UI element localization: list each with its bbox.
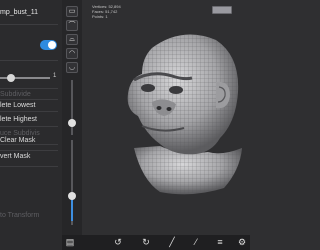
size-slider-thumb[interactable] [68, 119, 76, 127]
divider [0, 24, 58, 25]
arch-icon[interactable]: ⌓ [66, 34, 78, 45]
layers-stack-icon[interactable]: ≡ [214, 236, 226, 248]
loop-icon[interactable]: ◠ [66, 48, 78, 59]
menu-delete-lowest[interactable]: lete Lowest [0, 102, 35, 109]
undo-icon[interactable]: ↺ [112, 236, 124, 248]
brush-icon[interactable]: ╱ [166, 236, 178, 248]
stroke-icon[interactable]: ⁄ [190, 236, 202, 248]
menu-delete-highest[interactable]: lete Highest [0, 116, 37, 123]
mesh-stats: Vertices: 52,894 Faces: 51,742 Points: 1 [92, 4, 121, 19]
settings-icon[interactable]: ⚙ [236, 236, 248, 248]
divider [0, 150, 58, 151]
layers-icon[interactable]: ▤ [64, 236, 76, 248]
divider [0, 126, 58, 127]
level-slider-thumb[interactable] [7, 74, 15, 82]
divider [0, 60, 58, 61]
divider [0, 99, 58, 100]
menu-clear-mask[interactable]: Clear Mask [0, 137, 35, 144]
viewport-indicator-icon[interactable] [212, 6, 232, 14]
project-title: mp_bust_11 [0, 9, 39, 16]
redo-icon[interactable]: ↻ [140, 236, 152, 248]
level-slider-value: 1 [53, 73, 57, 79]
divider [0, 144, 58, 145]
menu-subdivide[interactable]: Subdivide [0, 91, 31, 98]
plane-icon[interactable]: ▭ [66, 6, 78, 17]
left-settings-panel: mp_bust_11 1 Subdivide lete Lowest lete … [0, 0, 62, 250]
bust-model[interactable] [112, 30, 250, 198]
symmetry-toggle[interactable] [40, 40, 57, 50]
divider [0, 111, 58, 112]
strength-slider-thumb[interactable] [68, 192, 76, 200]
ring-icon[interactable]: ◡ [66, 62, 78, 73]
stats-points: Points: 1 [92, 14, 108, 19]
curve-icon[interactable]: ⌒ [66, 20, 78, 31]
divider [0, 166, 58, 167]
divider [0, 88, 58, 89]
menu-invert-mask[interactable]: vert Mask [0, 153, 30, 160]
menu-to-transform[interactable]: to Transform [0, 212, 39, 219]
toggle-knob [48, 41, 56, 49]
sculpt-app: mp_bust_11 1 Subdivide lete Lowest lete … [0, 0, 250, 250]
menu-reduce-subdivision[interactable]: uce Subdivis [0, 130, 40, 137]
